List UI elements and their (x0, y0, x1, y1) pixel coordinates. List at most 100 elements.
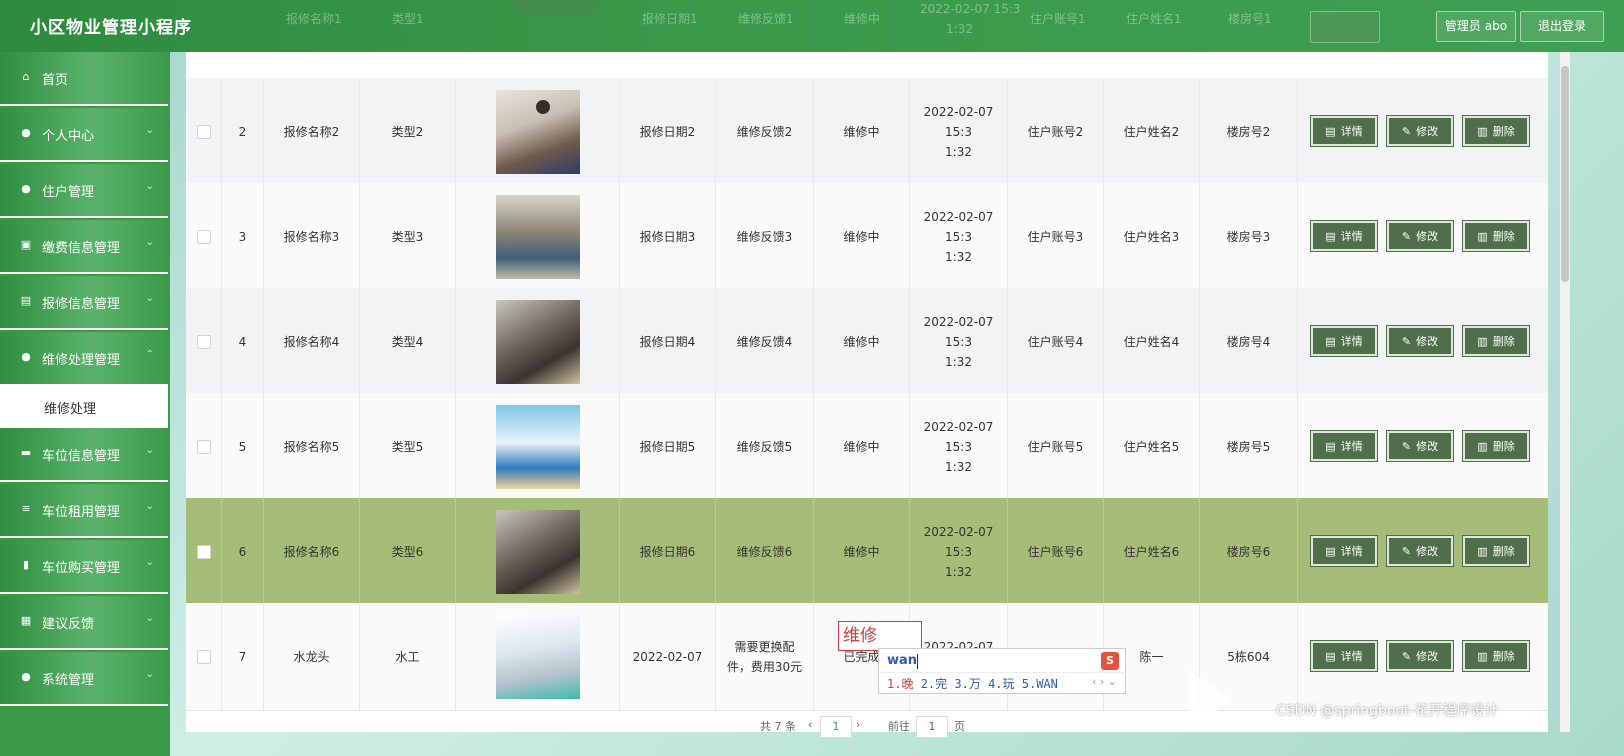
detail-button[interactable]: ▤ 详情 (1310, 535, 1378, 567)
detail-button[interactable]: ▤ 详情 (1310, 430, 1378, 462)
pager-unit: 页 (954, 720, 965, 733)
edit-button[interactable]: ✎ 修改 (1386, 325, 1454, 357)
row-checkbox-cell (186, 183, 222, 290)
pager-prev[interactable]: ‹ (808, 718, 812, 731)
document-icon: ▤ (1325, 124, 1336, 138)
edit-button[interactable]: ✎ 修改 (1386, 220, 1454, 252)
repair-photo[interactable] (495, 404, 580, 489)
delete-button[interactable]: ▥ 删除 (1462, 430, 1530, 462)
sidebar-item-repair-info[interactable]: ▤ 报修信息管理 ⌄ (0, 276, 168, 330)
delete-button[interactable]: ▥ 删除 (1462, 115, 1530, 147)
row-date: 报修日期2 (620, 78, 716, 185)
sidebar-item-residents[interactable]: ● 住户管理 ⌄ (0, 164, 168, 218)
row-image-cell (456, 78, 620, 185)
delete-button[interactable]: ▥ 删除 (1462, 640, 1530, 672)
row-checkbox[interactable] (196, 649, 211, 664)
row-checkbox[interactable] (196, 124, 211, 139)
repair-photo[interactable] (495, 194, 580, 279)
trash-icon: ▥ (1477, 229, 1488, 243)
pager-goto-input[interactable]: 1 (916, 716, 948, 738)
row-checkbox[interactable] (196, 334, 211, 349)
table-row[interactable]: 7 水龙头 水工 2022-02-07 需要更换配 件，费用30元 已完成 202… (186, 603, 1548, 711)
row-index: 3 (222, 183, 264, 290)
repair-photo[interactable] (495, 509, 580, 594)
trash-icon: ▥ (1477, 649, 1488, 663)
delete-button[interactable]: ▥ 删除 (1462, 535, 1530, 567)
row-checkbox[interactable] (196, 544, 211, 559)
scrollbar-thumb[interactable] (1561, 66, 1569, 282)
sidebar-item-feedback[interactable]: ▦ 建议反馈 ⌄ (0, 596, 168, 650)
faded-status: 维修中 (844, 12, 881, 26)
edit-button[interactable]: ✎ 修改 (1386, 430, 1454, 462)
logout-button[interactable]: 退出登录 (1520, 11, 1604, 42)
faded-time2: 1:32 (946, 22, 973, 36)
ime-candidate-window[interactable]: wan S 1.晚 2.完 3.万 4.玩 5.WAN ‹ › ⌄ (878, 648, 1127, 694)
faded-name: 报修名称1 (286, 12, 342, 26)
ime-candidate-3[interactable]: 3.万 (954, 677, 980, 691)
chevron-down-icon: ⌄ (145, 125, 154, 136)
row-owner: 住户姓名5 (1104, 393, 1200, 500)
ime-page-arrows-icon[interactable]: ‹ › ⌄ (1092, 675, 1117, 688)
table-row[interactable]: 3 报修名称3 类型3 报修日期3 维修反馈3 维修中 2022-02-07 1… (186, 183, 1548, 291)
row-index: 2 (222, 78, 264, 185)
row-name: 水龙头 (264, 603, 360, 710)
sidebar-subitem-maintenance-handling[interactable]: 维修处理 (0, 384, 168, 428)
row-type: 类型2 (360, 78, 456, 185)
row-time: 2022-02-07 15:3 1:32 (910, 498, 1008, 605)
detail-button[interactable]: ▤ 详情 (1310, 220, 1378, 252)
sidebar-item-profile[interactable]: ● 个人中心 ⌄ (0, 108, 168, 162)
row-room: 楼房号6 (1200, 498, 1298, 605)
sidebar-item-system[interactable]: ● 系统管理 ⌄ (0, 652, 168, 706)
detail-button[interactable]: ▤ 详情 (1310, 325, 1378, 357)
row-image-cell (456, 288, 620, 395)
sidebar-item-payments[interactable]: ▣ 缴费信息管理 ⌄ (0, 220, 168, 274)
sidebar-item-label: 维修处理管理 (42, 353, 121, 368)
delete-button[interactable]: ▥ 删除 (1462, 220, 1530, 252)
row-checkbox-cell (186, 603, 222, 710)
ime-candidate-2[interactable]: 2.完 (921, 677, 947, 691)
table-row[interactable]: 4 报修名称4 类型4 报修日期4 维修反馈4 维修中 2022-02-07 1… (186, 288, 1548, 396)
trash-icon: ▥ (1477, 544, 1488, 558)
grid-icon: ▦ (20, 614, 32, 627)
admin-button[interactable]: 管理员 abo (1436, 11, 1516, 42)
table-row[interactable]: 2 报修名称2 类型2 报修日期2 维修反馈2 维修中 2022-02-07 1… (186, 78, 1548, 186)
pencil-icon: ✎ (1401, 124, 1412, 138)
row-feedback: 维修反馈2 (716, 78, 814, 185)
edit-button[interactable]: ✎ 修改 (1386, 535, 1454, 567)
detail-button[interactable]: ▤ 详情 (1310, 640, 1378, 672)
row-account: 住户账号4 (1008, 288, 1104, 395)
play-triangle-icon (1188, 670, 1234, 730)
sidebar-item-maintenance[interactable]: ● 维修处理管理 ⌃ (0, 332, 168, 386)
ime-candidates: 1.晚 2.完 3.万 4.玩 5.WAN (887, 675, 1058, 692)
sidebar-item-parking-purchase[interactable]: ▮ 车位购买管理 ⌄ (0, 540, 168, 594)
pager-next[interactable]: › (856, 718, 860, 731)
table-row-selected[interactable]: 6 报修名称6 类型6 报修日期6 维修反馈6 维修中 2022-02-07 1… (186, 498, 1548, 606)
vertical-scrollbar[interactable] (1560, 52, 1570, 732)
trash-icon: ▥ (1477, 334, 1488, 348)
repair-photo[interactable] (495, 89, 580, 174)
detail-button[interactable]: ▤ 详情 (1310, 115, 1378, 147)
sidebar: ⌂ 首页 ● 个人中心 ⌄ ● 住户管理 ⌄ ▣ 缴费信息管理 ⌄ ▤ 报修信息… (0, 52, 170, 756)
row-checkbox-cell (186, 498, 222, 605)
sidebar-item-home[interactable]: ⌂ 首页 (0, 52, 168, 106)
pager-current[interactable]: 1 (820, 716, 852, 738)
pager-goto-label: 前往 (888, 720, 910, 733)
ime-candidate-5[interactable]: 5.WAN (1022, 677, 1058, 691)
delete-button[interactable]: ▥ 删除 (1462, 325, 1530, 357)
row-time-line1: 2022-02-07 15:3 (923, 314, 994, 349)
row-checkbox[interactable] (196, 439, 211, 454)
edit-button[interactable]: ✎ 修改 (1386, 640, 1454, 672)
sidebar-item-parking-rental[interactable]: ≡ 车位租用管理 ⌄ (0, 484, 168, 538)
row-type: 类型5 (360, 393, 456, 500)
row-checkbox[interactable] (196, 229, 211, 244)
ime-candidate-1[interactable]: 1.晚 (887, 677, 913, 691)
table-row[interactable]: 5 报修名称5 类型5 报修日期5 维修反馈5 维修中 2022-02-07 1… (186, 393, 1548, 501)
faucet-photo[interactable] (495, 614, 580, 699)
row-type: 类型3 (360, 183, 456, 290)
repair-photo[interactable] (495, 299, 580, 384)
ime-candidate-4[interactable]: 4.玩 (988, 677, 1014, 691)
sidebar-item-parking-info[interactable]: ▬ 车位信息管理 ⌄ (0, 428, 168, 482)
edit-button[interactable]: ✎ 修改 (1386, 115, 1454, 147)
ime-preedit: 维修 (838, 621, 922, 651)
row-status: 维修中 (814, 498, 910, 605)
